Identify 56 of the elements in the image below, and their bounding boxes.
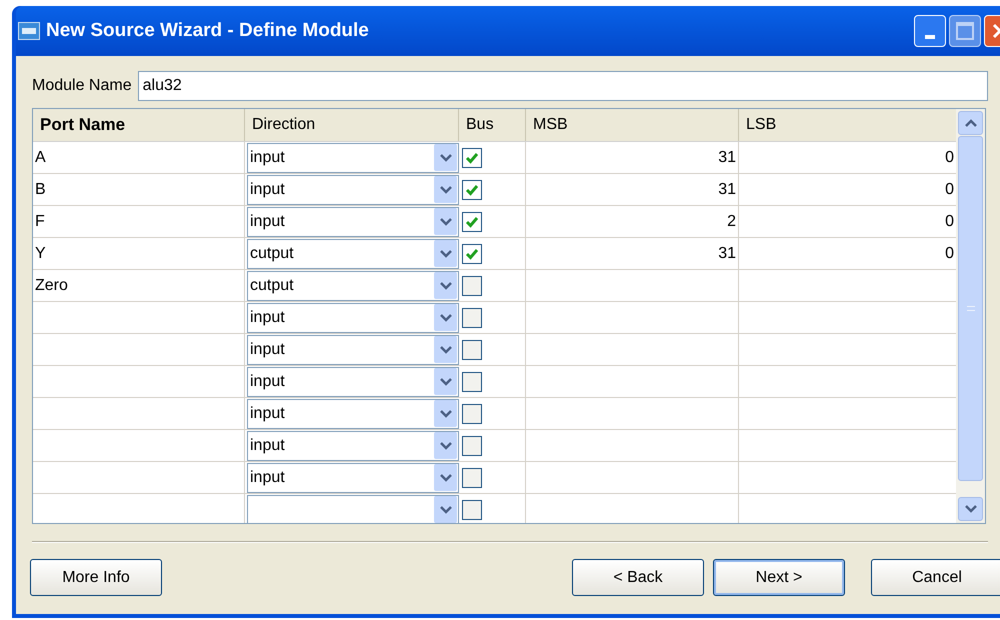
bus-checkbox[interactable] [462, 404, 482, 424]
direction-dropdown[interactable]: input [247, 174, 459, 204]
table-cell: 31 [526, 142, 739, 174]
dialog-button[interactable]: < Back [572, 559, 704, 596]
table-cell: 2 [526, 206, 739, 238]
column-header[interactable]: MSB [533, 113, 568, 137]
direction-dropdown[interactable]: cutput [247, 238, 459, 268]
column-header[interactable]: Direction [252, 113, 316, 137]
table-cell: A [33, 142, 245, 174]
dialog-button[interactable]: Cancel [871, 559, 1000, 596]
window-title: New Source Wizard - Define Module [46, 18, 369, 43]
direction-dropdown[interactable]: input [247, 398, 459, 428]
direction-dropdown[interactable]: input [247, 142, 459, 172]
minimize-icon [925, 35, 935, 39]
bus-checkbox[interactable] [462, 276, 482, 296]
column-header[interactable]: LSB [746, 113, 776, 137]
bus-checkbox[interactable] [462, 244, 482, 264]
bus-checkbox[interactable] [462, 468, 482, 488]
dialog-button[interactable]: More Info [30, 559, 162, 596]
scrollbar[interactable] [956, 109, 985, 523]
bus-checkbox[interactable] [462, 500, 482, 520]
bus-checkbox[interactable] [462, 340, 482, 360]
bus-checkbox[interactable] [462, 212, 482, 232]
dialog-button[interactable]: Next > [713, 559, 845, 596]
module-name-field[interactable]: alu32 [138, 71, 988, 101]
app-icon [18, 22, 40, 40]
module-name-label: Module Name [32, 76, 132, 96]
direction-dropdown[interactable]: input [247, 430, 459, 460]
bus-checkbox[interactable] [462, 436, 482, 456]
checkmark-icon [465, 248, 479, 260]
direction-dropdown[interactable]: input [247, 334, 459, 364]
scroll-down-button[interactable] [958, 497, 983, 521]
table-cell: 31 [526, 174, 739, 206]
checkmark-icon [465, 216, 479, 228]
checkmark-icon [465, 152, 479, 164]
bus-checkbox[interactable] [462, 148, 482, 168]
direction-dropdown[interactable]: input [247, 366, 459, 396]
direction-dropdown[interactable]: cutput [247, 270, 459, 300]
column-header[interactable]: Bus [466, 113, 494, 137]
table-cell: B [33, 174, 245, 206]
column-header[interactable]: Port Name [40, 112, 126, 138]
checkmark-icon [465, 184, 479, 196]
minimize-button[interactable] [914, 15, 946, 47]
table-cell: F [33, 206, 245, 238]
table-cell: Zero [33, 270, 245, 302]
table-cell: Y [33, 238, 245, 270]
bus-checkbox[interactable] [462, 180, 482, 200]
direction-dropdown[interactable]: input [247, 302, 459, 332]
table-cell: 31 [526, 238, 739, 270]
scroll-up-button[interactable] [958, 111, 983, 135]
bus-checkbox[interactable] [462, 372, 482, 392]
scroll-thumb[interactable] [958, 136, 983, 481]
direction-dropdown[interactable]: input [247, 462, 459, 492]
maximize-icon [956, 22, 974, 40]
bus-checkbox[interactable] [462, 308, 482, 328]
direction-dropdown[interactable]: input [247, 206, 459, 236]
